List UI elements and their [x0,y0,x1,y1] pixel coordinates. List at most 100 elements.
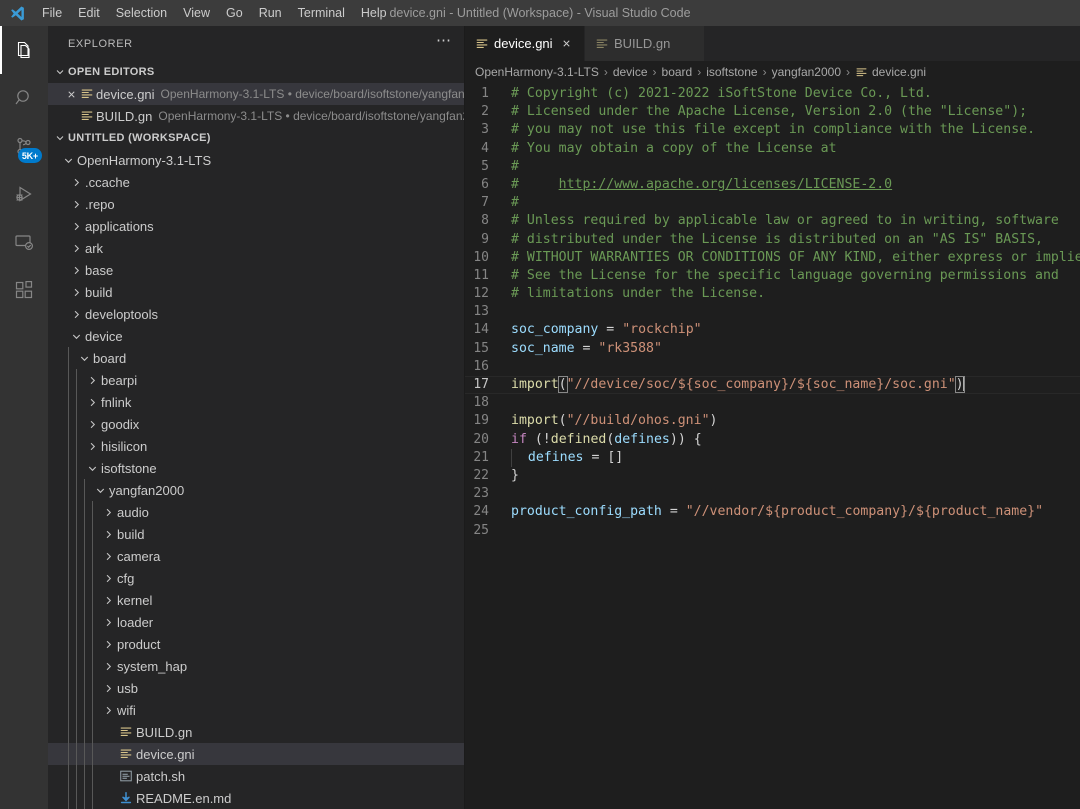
menu-view[interactable]: View [175,0,218,26]
chevron-down-icon[interactable] [92,484,108,497]
code-line-text[interactable]: # WITHOUT WARRANTIES OR CONDITIONS OF AN… [511,249,1080,267]
code-line[interactable]: 23 [465,485,1080,503]
code-line[interactable]: 18 [465,394,1080,412]
code-line-text[interactable]: # Copyright (c) 2021-2022 iSoftStone Dev… [511,85,932,103]
code-line[interactable]: 24 product_config_path = "//vendor/${prod… [465,503,1080,521]
menu-selection[interactable]: Selection [108,0,175,26]
chevron-right-icon[interactable] [100,550,116,563]
tree-folder-ccache[interactable]: .ccache [48,171,464,193]
close-icon[interactable] [561,38,572,49]
activitybar-item-run-and-debug[interactable] [0,170,48,218]
code-line[interactable]: 15 soc_name = "rk3588" [465,340,1080,358]
chevron-right-icon[interactable] [100,594,116,607]
code-line-text[interactable]: if (!defined(defines)) { [511,431,702,449]
tree-file-patch-sh[interactable]: patch.sh [48,765,464,787]
code-line[interactable]: 10 # WITHOUT WARRANTIES OR CONDITIONS OF … [465,249,1080,267]
tree-folder-product[interactable]: product [48,633,464,655]
tab-build-gn[interactable]: BUILD.gn [585,26,705,61]
menu-go[interactable]: Go [218,0,251,26]
tree-folder-audio[interactable]: audio [48,501,464,523]
chevron-right-icon[interactable] [84,418,100,431]
chevron-right-icon[interactable] [84,396,100,409]
activitybar-item-search[interactable] [0,74,48,122]
code-line-text[interactable]: # [511,158,519,176]
chevron-right-icon[interactable] [84,440,100,453]
open-editors-header[interactable]: OPEN EDITORS [48,61,464,83]
tree-folder-device[interactable]: device [48,325,464,347]
code-line-text[interactable]: # Licensed under the Apache License, Ver… [511,103,1027,121]
breadcrumb-item-0[interactable]: OpenHarmony-3.1-LTS [475,65,599,79]
code-line[interactable]: 21 defines = [] [465,448,1080,467]
code-line[interactable]: 3 # you may not use this file except in c… [465,121,1080,139]
menu-help[interactable]: Help [353,0,395,26]
menu-run[interactable]: Run [251,0,290,26]
menu-terminal[interactable]: Terminal [290,0,353,26]
chevron-right-icon[interactable] [68,242,84,255]
code-line[interactable]: 11 # See the License for the specific lan… [465,267,1080,285]
code-line[interactable]: 25 [465,522,1080,540]
tree-folder-yangfan2000[interactable]: yangfan2000 [48,479,464,501]
tree-folder-isoftstone[interactable]: isoftstone [48,457,464,479]
code-line-text[interactable]: # Unless required by applicable law or a… [511,212,1059,230]
code-line[interactable]: 9 # distributed under the License is dist… [465,231,1080,249]
tree-folder-ark[interactable]: ark [48,237,464,259]
menu-edit[interactable]: Edit [70,0,108,26]
code-line-text[interactable]: # [511,194,519,212]
activitybar-item-extensions[interactable] [0,266,48,314]
chevron-right-icon[interactable] [68,286,84,299]
code-line[interactable]: 12 # limitations under the License. [465,285,1080,303]
code-line-text[interactable]: # See the License for the specific langu… [511,267,1059,285]
close-icon[interactable] [66,89,77,100]
breadcrumb-item-4[interactable]: yangfan2000 [772,65,841,79]
chevron-right-icon[interactable] [100,572,116,585]
breadcrumb-item-1[interactable]: device [613,65,648,79]
tree-folder-hisilicon[interactable]: hisilicon [48,435,464,457]
chevron-down-icon[interactable] [84,462,100,475]
ellipsis-icon[interactable]: ⋯ [436,33,452,51]
tree-folder-usb[interactable]: usb [48,677,464,699]
tree-file-build-gn[interactable]: BUILD.gn [48,721,464,743]
tree-folder-goodix[interactable]: goodix [48,413,464,435]
tree-folder-wifi[interactable]: wifi [48,699,464,721]
menu-file[interactable]: File [34,0,70,26]
code-line[interactable]: 5 # [465,158,1080,176]
chevron-right-icon[interactable] [100,682,116,695]
activitybar-item-explorer[interactable] [0,26,48,74]
code-editor[interactable]: 1 # Copyright (c) 2021-2022 iSoftStone De… [465,83,1080,809]
code-line-text[interactable]: import("//device/soc/${soc_company}/${so… [511,376,965,394]
chevron-right-icon[interactable] [68,198,84,211]
tree-folder-repo[interactable]: .repo [48,193,464,215]
chevron-right-icon[interactable] [68,264,84,277]
code-line-text[interactable]: # You may obtain a copy of the License a… [511,140,837,158]
code-line-text[interactable]: product_config_path = "//vendor/${produc… [511,503,1043,521]
code-line[interactable]: 1 # Copyright (c) 2021-2022 iSoftStone De… [465,85,1080,103]
code-line-text[interactable]: } [511,467,519,485]
code-line[interactable]: 14 soc_company = "rockchip" [465,321,1080,339]
open-editor-item-build-gn[interactable]: BUILD.gn OpenHarmony-3.1-LTS • device/bo… [48,105,464,127]
code-line-text[interactable]: import("//build/ohos.gni") [511,412,717,430]
code-line[interactable]: 20 if (!defined(defines)) { [465,431,1080,449]
chevron-right-icon[interactable] [100,506,116,519]
code-line[interactable]: 8 # Unless required by applicable law or … [465,212,1080,230]
chevron-right-icon[interactable] [100,528,116,541]
code-line[interactable]: 16 [465,358,1080,376]
code-line-text[interactable]: # limitations under the License. [511,285,765,303]
chevron-right-icon[interactable] [100,660,116,673]
breadcrumb-item-2[interactable]: board [662,65,693,79]
chevron-right-icon[interactable] [100,704,116,717]
chevron-right-icon[interactable] [68,176,84,189]
code-line[interactable]: 6 # http://www.apache.org/licenses/LICENS… [465,176,1080,194]
tree-folder-base[interactable]: base [48,259,464,281]
breadcrumb-item-5[interactable]: device.gni [872,65,926,79]
chevron-right-icon[interactable] [68,308,84,321]
chevron-down-icon[interactable] [60,154,76,167]
chevron-right-icon[interactable] [100,616,116,629]
tree-folder-kernel[interactable]: kernel [48,589,464,611]
open-editor-item-device-gni[interactable]: device.gni OpenHarmony-3.1-LTS • device/… [48,83,464,105]
chevron-down-icon[interactable] [68,330,84,343]
activitybar-item-source-control[interactable]: 5K+ [0,122,48,170]
tree-folder-applications[interactable]: applications [48,215,464,237]
tree-folder-openharmony-3-1-lts[interactable]: OpenHarmony-3.1-LTS [48,149,464,171]
tree-folder-bearpi[interactable]: bearpi [48,369,464,391]
tree-folder-fnlink[interactable]: fnlink [48,391,464,413]
